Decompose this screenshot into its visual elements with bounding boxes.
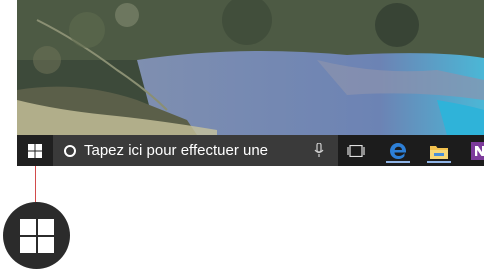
file-explorer-app-button[interactable] xyxy=(424,139,454,163)
windows-logo-icon xyxy=(19,218,54,253)
cortana-circle-icon xyxy=(64,144,76,157)
search-placeholder: Tapez ici pour effectuer une xyxy=(84,142,269,159)
edge-icon xyxy=(390,143,406,159)
windows-logo-callout xyxy=(3,202,70,269)
edge-app-button[interactable] xyxy=(383,139,413,163)
running-indicator xyxy=(386,161,410,163)
search-box[interactable]: Tapez ici pour effectuer une xyxy=(53,135,338,166)
microphone-icon[interactable] xyxy=(314,143,324,158)
onenote-app-button[interactable] xyxy=(465,139,484,163)
callout-connector-line xyxy=(35,166,36,206)
windows-logo-icon xyxy=(28,143,42,158)
desktop-screen: Tapez ici pour effectuer une xyxy=(17,0,484,166)
task-view-icon[interactable] xyxy=(347,145,365,157)
taskbar: Tapez ici pour effectuer une xyxy=(17,135,484,166)
onenote-icon xyxy=(471,142,484,160)
file-explorer-icon xyxy=(430,145,448,159)
start-button[interactable] xyxy=(17,135,53,166)
desktop-wallpaper xyxy=(17,0,484,135)
running-indicator xyxy=(427,161,451,163)
